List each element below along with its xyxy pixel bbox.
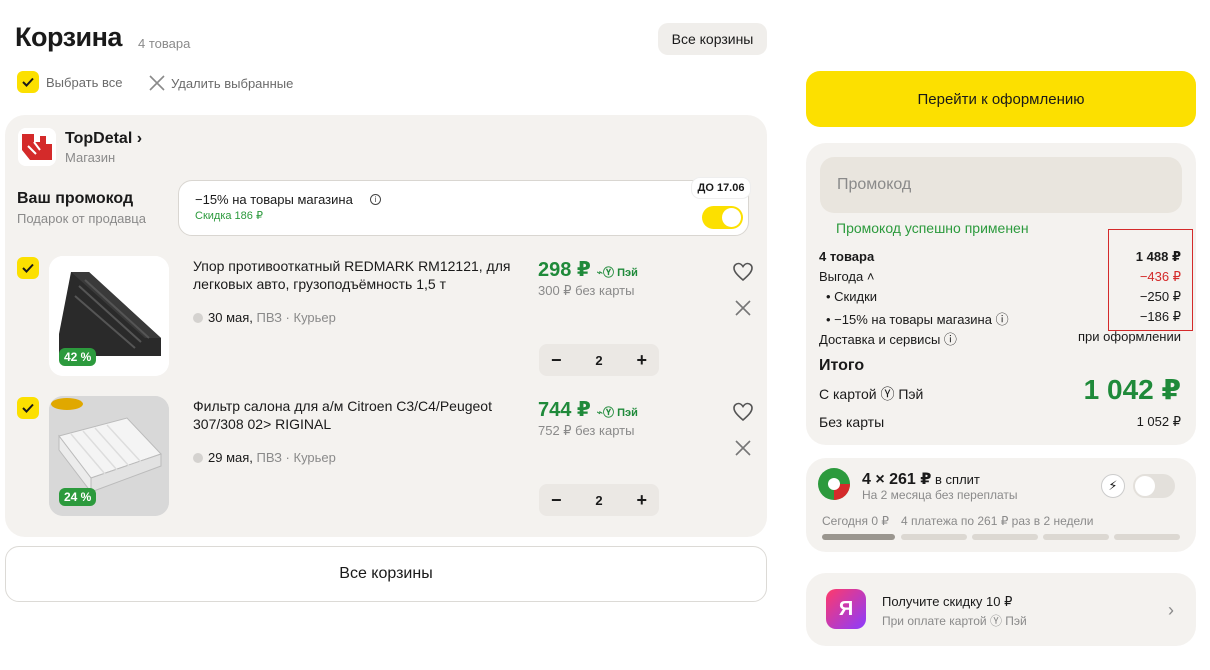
price-without-card: 300 ₽ без карты bbox=[538, 283, 635, 298]
close-icon[interactable] bbox=[734, 299, 752, 317]
item-checkbox[interactable] bbox=[17, 397, 39, 419]
benefit-toggle[interactable]: Выгода ˄ bbox=[819, 269, 874, 284]
split-progress-segment bbox=[1114, 534, 1180, 540]
product-title[interactable]: Фильтр салона для а/м Citroen C3/C4/Peug… bbox=[193, 397, 523, 433]
promo-success-message: Промокод успешно применен bbox=[836, 220, 1029, 236]
hand-logo-icon bbox=[18, 128, 56, 166]
checkmark-icon bbox=[22, 77, 34, 87]
store-promo-gift: Скидка 186 ₽ bbox=[195, 210, 263, 222]
select-all-checkbox[interactable] bbox=[17, 71, 39, 93]
split-icon bbox=[818, 468, 850, 500]
goods-label: 4 товара bbox=[819, 249, 875, 264]
discounts-label: • Скидки bbox=[826, 289, 878, 304]
with-card-label: С картой Ⓨ Пэй bbox=[819, 386, 924, 402]
lightning-icon: ⚡ bbox=[1101, 474, 1125, 498]
quantity-value: 2 bbox=[595, 352, 603, 368]
store-promo-text: −15% на товары магазина bbox=[195, 192, 353, 207]
pay-card-icon: ⌁Ⓨ Пэй bbox=[596, 267, 638, 279]
quantity-stepper: − 2 + bbox=[539, 344, 659, 376]
split-today: Сегодня 0 ₽ bbox=[822, 514, 889, 528]
decrement-button[interactable]: − bbox=[551, 350, 562, 371]
checkmark-icon bbox=[22, 263, 34, 273]
page-title: Корзина bbox=[15, 22, 122, 52]
info-icon[interactable]: i bbox=[370, 194, 381, 205]
highlight-frame bbox=[1108, 229, 1193, 331]
split-subtitle: На 2 месяца без переплаты bbox=[862, 488, 1018, 502]
quantity-value: 2 bbox=[595, 492, 603, 508]
increment-button[interactable]: + bbox=[636, 490, 647, 511]
heart-icon[interactable] bbox=[732, 401, 754, 423]
item-checkbox[interactable] bbox=[17, 257, 39, 279]
close-icon[interactable] bbox=[734, 439, 752, 457]
total-title: Итого bbox=[819, 357, 865, 374]
close-icon[interactable] bbox=[148, 74, 166, 92]
no-card-value: 1 052 ₽ bbox=[1136, 414, 1181, 429]
split-progress-segment bbox=[822, 534, 895, 540]
split-title: 4 × 261 ₽ в сплит bbox=[862, 471, 980, 488]
select-all-label[interactable]: Выбрать все bbox=[46, 75, 122, 90]
product-title[interactable]: Упор противооткатный REDMARK RM12121, дл… bbox=[193, 257, 523, 293]
bank-promo-subtitle: При оплате картой Ⓨ Пэй bbox=[882, 614, 1027, 628]
store-logo[interactable] bbox=[18, 128, 56, 166]
all-carts-button[interactable]: Все корзины bbox=[5, 546, 767, 602]
chevron-right-icon: › bbox=[136, 130, 143, 147]
quantity-stepper: − 2 + bbox=[539, 484, 659, 516]
increment-button[interactable]: + bbox=[636, 350, 647, 371]
heart-icon[interactable] bbox=[732, 261, 754, 283]
split-progress-segment bbox=[972, 534, 1038, 540]
total-price: 1 042 ₽ bbox=[1083, 374, 1181, 405]
checkout-button[interactable]: Перейти к оформлению bbox=[806, 71, 1196, 127]
checkmark-icon bbox=[22, 403, 34, 413]
delivery-info: 30 мая, ПВЗ · Курьер bbox=[208, 310, 336, 325]
discount-badge: 24 % bbox=[59, 488, 97, 506]
decrement-button[interactable]: − bbox=[551, 490, 562, 511]
price-with-card: 298 ₽ ⌁Ⓨ Пэй bbox=[538, 259, 638, 281]
delivery-info: 29 мая, ПВЗ · Курьер bbox=[208, 450, 336, 465]
store-promo-box bbox=[178, 180, 749, 236]
delivery-label: Доставка и сервисы ⓘ bbox=[819, 332, 957, 347]
items-count: 4 товара bbox=[138, 36, 191, 51]
yandex-logo: Я bbox=[826, 589, 866, 629]
split-toggle[interactable] bbox=[1133, 474, 1175, 498]
price-without-card: 752 ₽ без карты bbox=[538, 423, 635, 438]
all-carts-button[interactable]: Все корзины bbox=[658, 23, 767, 55]
bank-promo-title: Получите скидку 10 ₽ bbox=[882, 594, 1013, 609]
split-progress-segment bbox=[1043, 534, 1109, 540]
promo-code-input[interactable]: Промокод bbox=[820, 157, 1182, 213]
chevron-right-icon[interactable]: › bbox=[1168, 600, 1174, 621]
price-with-card: 744 ₽ ⌁Ⓨ Пэй bbox=[538, 399, 638, 421]
delete-selected-button[interactable]: Удалить выбранные bbox=[171, 76, 293, 91]
promo-discount-label: • −15% на товары магазина ⓘ bbox=[826, 312, 1009, 327]
delivery-dot-icon bbox=[193, 313, 203, 323]
split-progress-segment bbox=[901, 534, 967, 540]
store-type: Магазин bbox=[65, 150, 116, 165]
promo-subtitle: Подарок от продавца bbox=[17, 211, 146, 226]
discount-badge: 42 % bbox=[59, 348, 97, 366]
promo-title: Ваш промокод bbox=[17, 190, 134, 207]
store-promo-toggle[interactable] bbox=[702, 206, 743, 229]
pay-card-icon: ⌁Ⓨ Пэй bbox=[596, 407, 638, 419]
store-name[interactable]: TopDetal › bbox=[65, 130, 142, 148]
delivery-value: при оформлении bbox=[1078, 329, 1181, 344]
promo-deadline-badge: ДО 17.06 bbox=[692, 178, 750, 198]
split-plan: 4 платежа по 261 ₽ раз в 2 недели bbox=[901, 514, 1094, 528]
delivery-dot-icon bbox=[193, 453, 203, 463]
no-card-label: Без карты bbox=[819, 414, 885, 430]
